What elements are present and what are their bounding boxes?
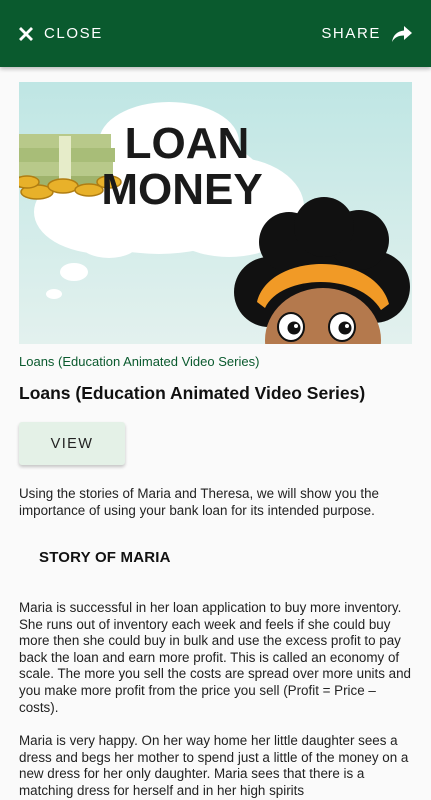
- close-button[interactable]: CLOSE: [18, 25, 103, 42]
- category-link[interactable]: Loans (Education Animated Video Series): [19, 354, 259, 369]
- video-thumbnail[interactable]: LOAN MONEY: [19, 82, 412, 344]
- story-paragraph-1: Maria is successful in her loan applicat…: [19, 600, 411, 715]
- hero-text-loan: LOAN: [125, 119, 250, 168]
- loan-money-illustration: LOAN MONEY: [19, 82, 412, 344]
- close-icon: [19, 26, 33, 41]
- close-label: CLOSE: [44, 25, 103, 42]
- share-button[interactable]: SHARE: [321, 25, 413, 43]
- section-heading: STORY OF MARIA: [39, 549, 171, 566]
- share-arrow-icon: [392, 25, 412, 42]
- view-button[interactable]: VIEW: [19, 422, 125, 465]
- top-app-bar: CLOSE SHARE: [0, 0, 431, 67]
- share-label: SHARE: [321, 25, 381, 42]
- hero-text-money: MONEY: [101, 165, 262, 214]
- story-paragraph-2: Maria is very happy. On her way home her…: [19, 733, 409, 798]
- intro-text: Using the stories of Maria and Theresa, …: [19, 486, 379, 518]
- page-title: Loans (Education Animated Video Series): [19, 383, 366, 403]
